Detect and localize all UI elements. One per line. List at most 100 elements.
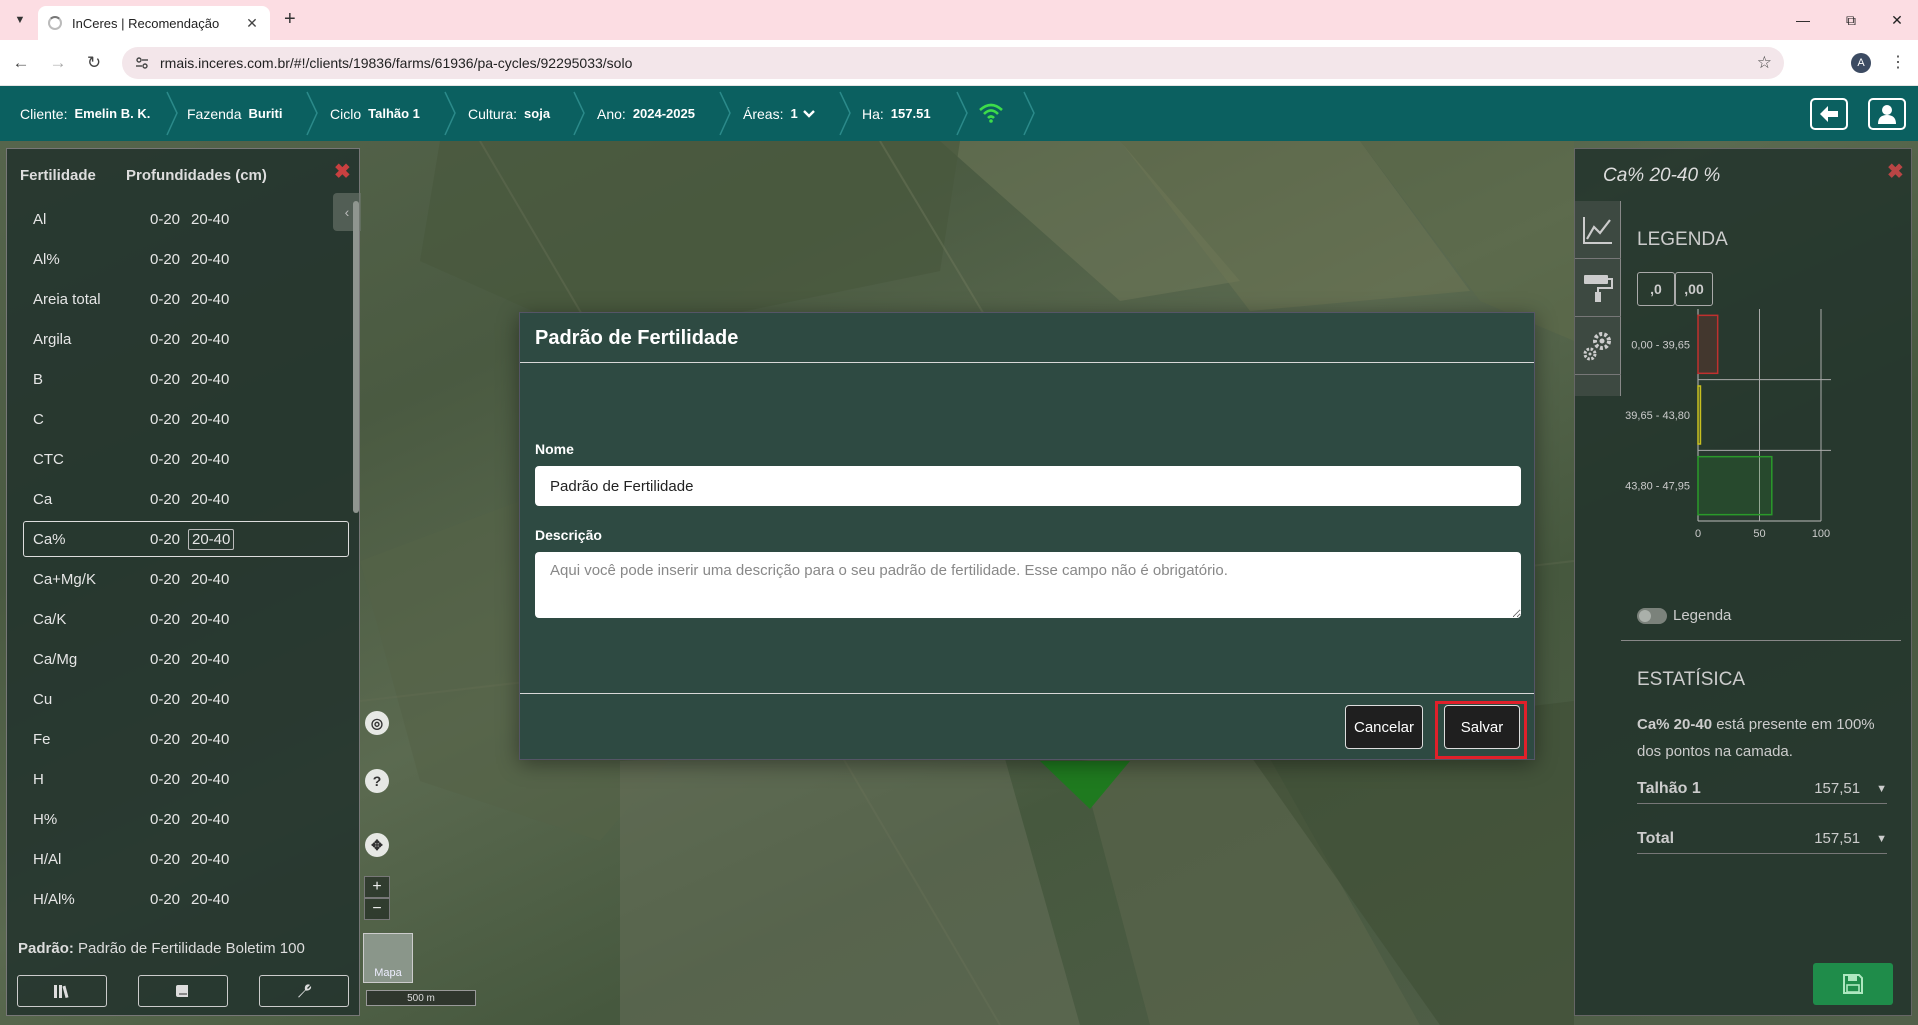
breadcrumb-cultura[interactable]: Cultura: soja	[468, 86, 550, 141]
depth-20-40[interactable]: 20-40	[191, 411, 229, 428]
move-icon[interactable]: ✥	[365, 833, 389, 857]
help-icon[interactable]: ?	[365, 769, 389, 793]
zoom-in-button[interactable]: +	[364, 876, 390, 898]
fertility-row[interactable]: Areia total 0-20 20-40	[7, 279, 347, 319]
depth-0-20[interactable]: 0-20	[150, 251, 180, 268]
breadcrumb-ano[interactable]: Ano: 2024-2025	[597, 86, 695, 141]
tab-search-button[interactable]: ▼	[10, 10, 30, 30]
restore-icon[interactable]: ⧉	[1836, 8, 1866, 32]
new-tab-button[interactable]: +	[284, 8, 296, 31]
depth-0-20[interactable]: 0-20	[150, 411, 180, 428]
depth-0-20[interactable]: 0-20	[150, 531, 180, 548]
stat-row-total[interactable]: Total 157,51 ▼	[1637, 824, 1887, 854]
legend-switch[interactable]	[1637, 607, 1667, 624]
fertility-row[interactable]: H 0-20 20-40	[7, 759, 347, 799]
fertility-row[interactable]: B 0-20 20-40	[7, 359, 347, 399]
fertility-row[interactable]: CTC 0-20 20-40	[7, 439, 347, 479]
fertility-row[interactable]: Ca 0-20 20-40	[7, 479, 347, 519]
depth-0-20[interactable]: 0-20	[150, 851, 180, 868]
fertility-row[interactable]: Ca+Mg/K 0-20 20-40	[7, 559, 347, 599]
descricao-textarea[interactable]	[535, 552, 1521, 618]
paint-tab[interactable]	[1575, 259, 1621, 317]
fertility-row[interactable]: C 0-20 20-40	[7, 399, 347, 439]
profile-avatar[interactable]: A	[1851, 53, 1871, 73]
breadcrumb-cliente[interactable]: Cliente: Emelin B. K.	[20, 86, 150, 141]
close-window-icon[interactable]: ✕	[1882, 8, 1912, 32]
depth-20-40[interactable]: 20-40	[191, 491, 229, 508]
fertility-row[interactable]: Al% 0-20 20-40	[7, 239, 347, 279]
depth-20-40[interactable]: 20-40	[191, 291, 229, 308]
fertility-row[interactable]: Fe 0-20 20-40	[7, 719, 347, 759]
depth-0-20[interactable]: 0-20	[150, 331, 180, 348]
browser-tab[interactable]: InCeres | Recomendação ✕	[38, 6, 270, 40]
fertility-row[interactable]: Ca% 0-20 20-40	[7, 519, 349, 559]
zoom-out-button[interactable]: −	[364, 898, 390, 920]
depth-20-40[interactable]: 20-40	[191, 891, 229, 908]
fertility-row[interactable]: Ca/K 0-20 20-40	[7, 599, 347, 639]
map-layer-thumbnail[interactable]: Mapa	[363, 933, 413, 983]
depth-20-40[interactable]: 20-40	[191, 611, 229, 628]
browser-menu-icon[interactable]: ⋮	[1890, 52, 1906, 72]
back-button[interactable]	[1810, 98, 1848, 130]
depth-20-40[interactable]: 20-40	[191, 651, 229, 668]
depth-20-40[interactable]: 20-40	[191, 731, 229, 748]
depth-0-20[interactable]: 0-20	[150, 571, 180, 588]
caret-down-icon[interactable]: ▼	[1876, 783, 1887, 795]
fertility-row[interactable]: Cu 0-20 20-40	[7, 679, 347, 719]
bookmark-star-icon[interactable]: ☆	[1757, 53, 1772, 73]
depth-20-40[interactable]: 20-40	[191, 371, 229, 388]
decrease-decimals-button[interactable]: ,0	[1637, 272, 1675, 306]
caret-down-icon[interactable]: ▼	[1876, 833, 1887, 845]
cancel-button[interactable]: Cancelar	[1345, 705, 1423, 749]
save-layer-button[interactable]	[1813, 963, 1893, 1005]
library-button[interactable]	[17, 975, 107, 1007]
areas-dropdown[interactable]: Áreas: 1	[743, 86, 816, 141]
fertility-row[interactable]: Ca/Mg 0-20 20-40	[7, 639, 347, 679]
breadcrumb-fazenda[interactable]: Fazenda Buriti	[187, 86, 282, 141]
chart-tab[interactable]	[1575, 201, 1621, 259]
visibility-toggle-icon[interactable]: ◎	[365, 711, 389, 735]
depth-0-20[interactable]: 0-20	[150, 611, 180, 628]
depth-20-40[interactable]: 20-40	[191, 691, 229, 708]
breadcrumb-ciclo[interactable]: Ciclo Talhão 1	[330, 86, 420, 141]
depth-0-20[interactable]: 0-20	[150, 771, 180, 788]
depth-0-20[interactable]: 0-20	[150, 371, 180, 388]
depth-20-40[interactable]: 20-40	[191, 331, 229, 348]
depth-20-40[interactable]: 20-40	[191, 811, 229, 828]
depth-0-20[interactable]: 0-20	[150, 651, 180, 668]
stat-row-talhao[interactable]: Talhão 1 157,51 ▼	[1637, 774, 1887, 804]
back-icon[interactable]: ←	[10, 52, 32, 74]
depth-20-40[interactable]: 20-40	[191, 771, 229, 788]
address-bar[interactable]: rmais.inceres.com.br/#!/clients/19836/fa…	[122, 47, 1784, 79]
fertility-row[interactable]: H/Al 0-20 20-40	[7, 839, 347, 879]
settings-tab[interactable]	[1575, 317, 1621, 375]
depth-20-40[interactable]: 20-40	[191, 251, 229, 268]
site-info-icon[interactable]	[134, 55, 150, 71]
fertility-row[interactable]: H/Al% 0-20 20-40	[7, 879, 347, 919]
reload-icon[interactable]: ↻	[83, 52, 105, 74]
settings-button[interactable]	[259, 975, 349, 1007]
depth-0-20[interactable]: 0-20	[150, 731, 180, 748]
depth-0-20[interactable]: 0-20	[150, 291, 180, 308]
fertility-row[interactable]: Al 0-20 20-40	[7, 199, 347, 239]
panel-scrollbar[interactable]	[353, 201, 359, 513]
depth-0-20[interactable]: 0-20	[150, 491, 180, 508]
depth-20-40[interactable]: 20-40	[191, 451, 229, 468]
close-panel-icon[interactable]: ✖	[1887, 159, 1904, 184]
forward-icon[interactable]: →	[47, 52, 69, 74]
depth-20-40[interactable]: 20-40	[191, 851, 229, 868]
close-tab-icon[interactable]: ✕	[244, 15, 260, 32]
minimize-icon[interactable]: —	[1788, 8, 1818, 32]
fertility-row[interactable]: H% 0-20 20-40	[7, 799, 347, 839]
depth-0-20[interactable]: 0-20	[150, 891, 180, 908]
fertility-row[interactable]: Argila 0-20 20-40	[7, 319, 347, 359]
nome-input[interactable]	[535, 466, 1521, 506]
depth-0-20[interactable]: 0-20	[150, 811, 180, 828]
close-panel-icon[interactable]: ✖	[334, 159, 351, 184]
depth-20-40[interactable]: 20-40	[191, 211, 229, 228]
depth-0-20[interactable]: 0-20	[150, 451, 180, 468]
user-button[interactable]	[1868, 98, 1906, 130]
depth-20-40[interactable]: 20-40	[191, 571, 229, 588]
increase-decimals-button[interactable]: ,00	[1675, 272, 1713, 306]
depth-20-40[interactable]: 20-40	[188, 528, 235, 550]
